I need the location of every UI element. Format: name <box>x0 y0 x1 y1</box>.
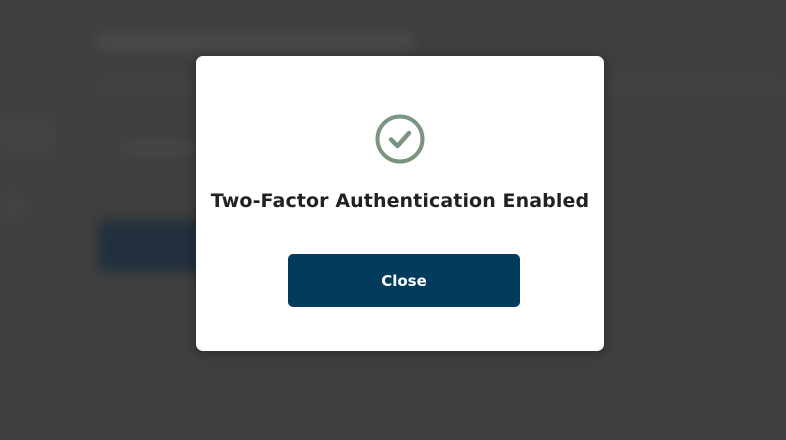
background-sidebar-block <box>0 115 55 155</box>
background-sidebar-block <box>0 190 25 220</box>
dialog-title: Two-Factor Authentication Enabled <box>210 190 590 212</box>
background-header <box>95 33 415 51</box>
success-dialog: Two-Factor Authentication Enabled Close <box>196 56 604 351</box>
background-text <box>120 140 200 156</box>
background-divider <box>78 115 80 440</box>
check-circle-icon <box>375 114 425 164</box>
close-button[interactable]: Close <box>288 254 520 307</box>
